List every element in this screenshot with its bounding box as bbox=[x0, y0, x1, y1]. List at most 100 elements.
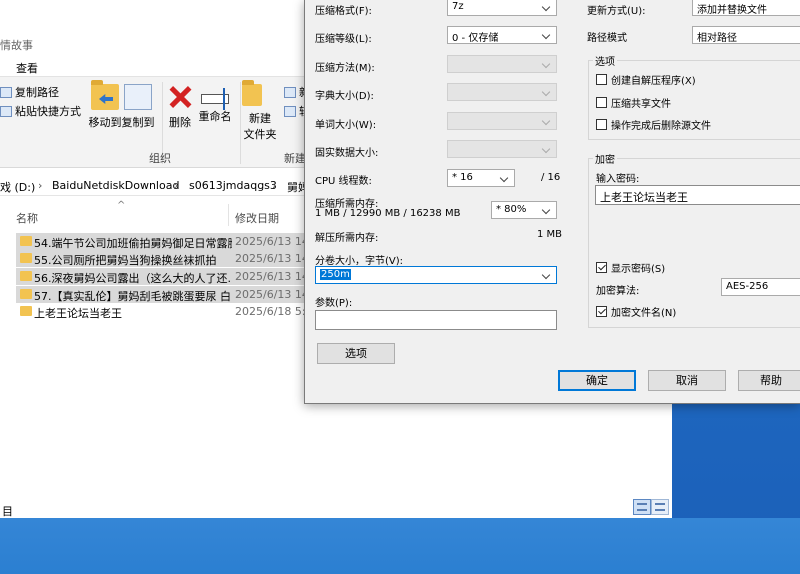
column-header-date[interactable]: 修改日期 bbox=[235, 210, 279, 226]
options-group-title: 选项 bbox=[593, 53, 617, 68]
delete-x-icon bbox=[166, 84, 194, 110]
password-label: 输入密码: bbox=[596, 174, 640, 185]
folder-icon bbox=[20, 289, 32, 299]
chevron-down-icon bbox=[540, 267, 554, 283]
breadcrumb-separator: › bbox=[174, 179, 179, 192]
ok-button[interactable]: 确定 bbox=[558, 370, 636, 391]
checkbox-box bbox=[596, 306, 607, 317]
file-row[interactable]: 54.端午节公司加班偷拍舅妈御足日常露脸 2025/6/13 14: bbox=[16, 233, 313, 250]
paste-shortcut-button[interactable]: 粘贴快捷方式 bbox=[0, 103, 81, 119]
file-row[interactable]: 57.【真实乱伦】舅妈刮毛被跳蛋要尿 白... 2025/6/13 14: bbox=[16, 286, 313, 303]
file-row[interactable]: 56.深夜舅妈公司露出（这么大的人了还... 2025/6/13 14: bbox=[16, 268, 313, 285]
chevron-down-icon bbox=[540, 56, 554, 72]
file-row[interactable]: 55.公司厕所把舅妈当狗操换丝袜抓拍 2025/6/13 14: bbox=[16, 250, 313, 267]
large-icons-view-button[interactable] bbox=[651, 499, 669, 515]
window-title: 情故事 bbox=[0, 39, 33, 52]
encryption-group-title: 加密 bbox=[593, 151, 617, 166]
breadcrumb-separator: › bbox=[38, 179, 43, 192]
word-size-label: 单词大小(W): bbox=[315, 120, 377, 131]
chevron-down-icon bbox=[540, 0, 554, 15]
decompress-memory-label: 解压所需内存: bbox=[315, 233, 379, 244]
sort-ascending-icon: ^ bbox=[117, 200, 126, 211]
details-view-icon bbox=[637, 503, 647, 511]
cpu-threads-total: / 16 bbox=[541, 172, 561, 183]
copy-to-button[interactable]: 复制到 bbox=[117, 84, 159, 130]
compress-memory-detail: 1 MB / 12990 MB / 16238 MB bbox=[315, 208, 461, 219]
large-icons-view-icon bbox=[655, 503, 665, 511]
easy-access-icon bbox=[284, 105, 296, 117]
solid-size-label: 固实数据大小: bbox=[315, 148, 379, 159]
folder-icon bbox=[20, 236, 32, 246]
delete-after-checkbox[interactable]: 操作完成后删除源文件 bbox=[596, 117, 711, 132]
cpu-threads-select[interactable]: * 16 bbox=[447, 169, 515, 187]
dictionary-label: 字典大小(D): bbox=[315, 91, 374, 102]
menu-tab-view[interactable]: 查看 bbox=[16, 60, 38, 76]
memory-usage-select[interactable]: * 80% bbox=[491, 201, 557, 219]
rename-button[interactable]: 重命名 bbox=[194, 84, 236, 124]
copy-to-icon bbox=[124, 84, 152, 110]
level-select[interactable]: 0 - 仅存储 bbox=[447, 26, 557, 44]
update-mode-select[interactable]: 添加并替换文件 bbox=[692, 0, 800, 16]
password-input[interactable]: 上老王论坛当老王 bbox=[595, 185, 800, 205]
solid-size-select bbox=[447, 140, 557, 158]
chevron-down-icon bbox=[540, 113, 554, 129]
path-mode-label: 路径模式 bbox=[587, 33, 627, 44]
copy-path-button[interactable]: 复制路径 bbox=[0, 84, 59, 100]
volume-size-label: 分卷大小，字节(V): bbox=[315, 256, 404, 267]
chevron-down-icon bbox=[540, 84, 554, 100]
dictionary-select bbox=[447, 83, 557, 101]
column-divider[interactable] bbox=[228, 204, 229, 226]
method-label: 压缩方法(M): bbox=[315, 63, 375, 74]
column-header-name[interactable]: 名称 bbox=[16, 210, 38, 226]
add-to-archive-dialog: 压缩格式(F): 7z 压缩等级(L): 0 - 仅存储 压缩方法(M): 字典… bbox=[304, 0, 800, 404]
breadcrumb-folder[interactable]: BaiduNetdiskDownload bbox=[52, 179, 179, 192]
word-size-select bbox=[447, 112, 557, 130]
folder-icon bbox=[20, 253, 32, 263]
chevron-down-icon bbox=[540, 202, 554, 218]
volume-size-combobox[interactable]: 250m bbox=[315, 266, 557, 284]
parameters-label: 参数(P): bbox=[315, 298, 353, 309]
checkbox-box bbox=[596, 97, 607, 108]
create-sfx-checkbox[interactable]: 创建自解压程序(X) bbox=[596, 72, 696, 87]
checkbox-box bbox=[596, 119, 607, 130]
desktop-background bbox=[0, 518, 800, 574]
chevron-down-icon bbox=[498, 170, 512, 186]
help-button[interactable]: 帮助 bbox=[738, 370, 800, 391]
rename-icon bbox=[201, 88, 229, 110]
chevron-down-icon bbox=[540, 27, 554, 43]
cancel-button[interactable]: 取消 bbox=[648, 370, 726, 391]
new-folder-button[interactable]: 新建 文件夹 bbox=[239, 80, 281, 142]
breadcrumb-folder[interactable]: s0613jmdaqgs3 bbox=[189, 179, 277, 192]
new-folder-icon bbox=[242, 80, 262, 106]
encryption-method-select[interactable]: AES-256 bbox=[721, 278, 800, 296]
encryption-method-label: 加密算法: bbox=[596, 286, 640, 297]
compress-shared-checkbox[interactable]: 压缩共享文件 bbox=[596, 95, 671, 110]
level-label: 压缩等级(L): bbox=[315, 34, 372, 45]
copy-path-icon bbox=[0, 86, 12, 98]
folder-icon bbox=[20, 306, 32, 316]
new-item-icon bbox=[284, 86, 296, 98]
ribbon-group-new: 新建 bbox=[284, 152, 306, 165]
breadcrumb-separator: › bbox=[272, 179, 277, 192]
method-select bbox=[447, 55, 557, 73]
details-view-button[interactable] bbox=[633, 499, 651, 515]
checkbox-box bbox=[596, 262, 607, 273]
checkbox-box bbox=[596, 74, 607, 85]
move-to-icon bbox=[91, 80, 119, 110]
encrypt-filenames-checkbox[interactable]: 加密文件名(N) bbox=[596, 304, 676, 319]
file-row[interactable]: 上老王论坛当老王 2025/6/18 5:3 bbox=[16, 303, 313, 320]
path-mode-select[interactable]: 相对路径 bbox=[692, 26, 800, 44]
status-bar-text: 目 bbox=[2, 505, 13, 518]
update-mode-label: 更新方式(U): bbox=[587, 6, 646, 17]
format-select[interactable]: 7z bbox=[447, 0, 557, 16]
options-button[interactable]: 选项 bbox=[317, 343, 395, 364]
parameters-input[interactable] bbox=[315, 310, 557, 330]
ribbon-group-organize: 组织 bbox=[149, 152, 171, 165]
breadcrumb-drive[interactable]: 戏 (D:) bbox=[0, 179, 35, 195]
format-label: 压缩格式(F): bbox=[315, 6, 372, 17]
cpu-threads-label: CPU 线程数: bbox=[315, 176, 372, 187]
paste-shortcut-icon bbox=[0, 105, 12, 117]
chevron-down-icon bbox=[540, 141, 554, 157]
show-password-checkbox[interactable]: 显示密码(S) bbox=[596, 260, 665, 275]
folder-icon bbox=[20, 271, 32, 281]
